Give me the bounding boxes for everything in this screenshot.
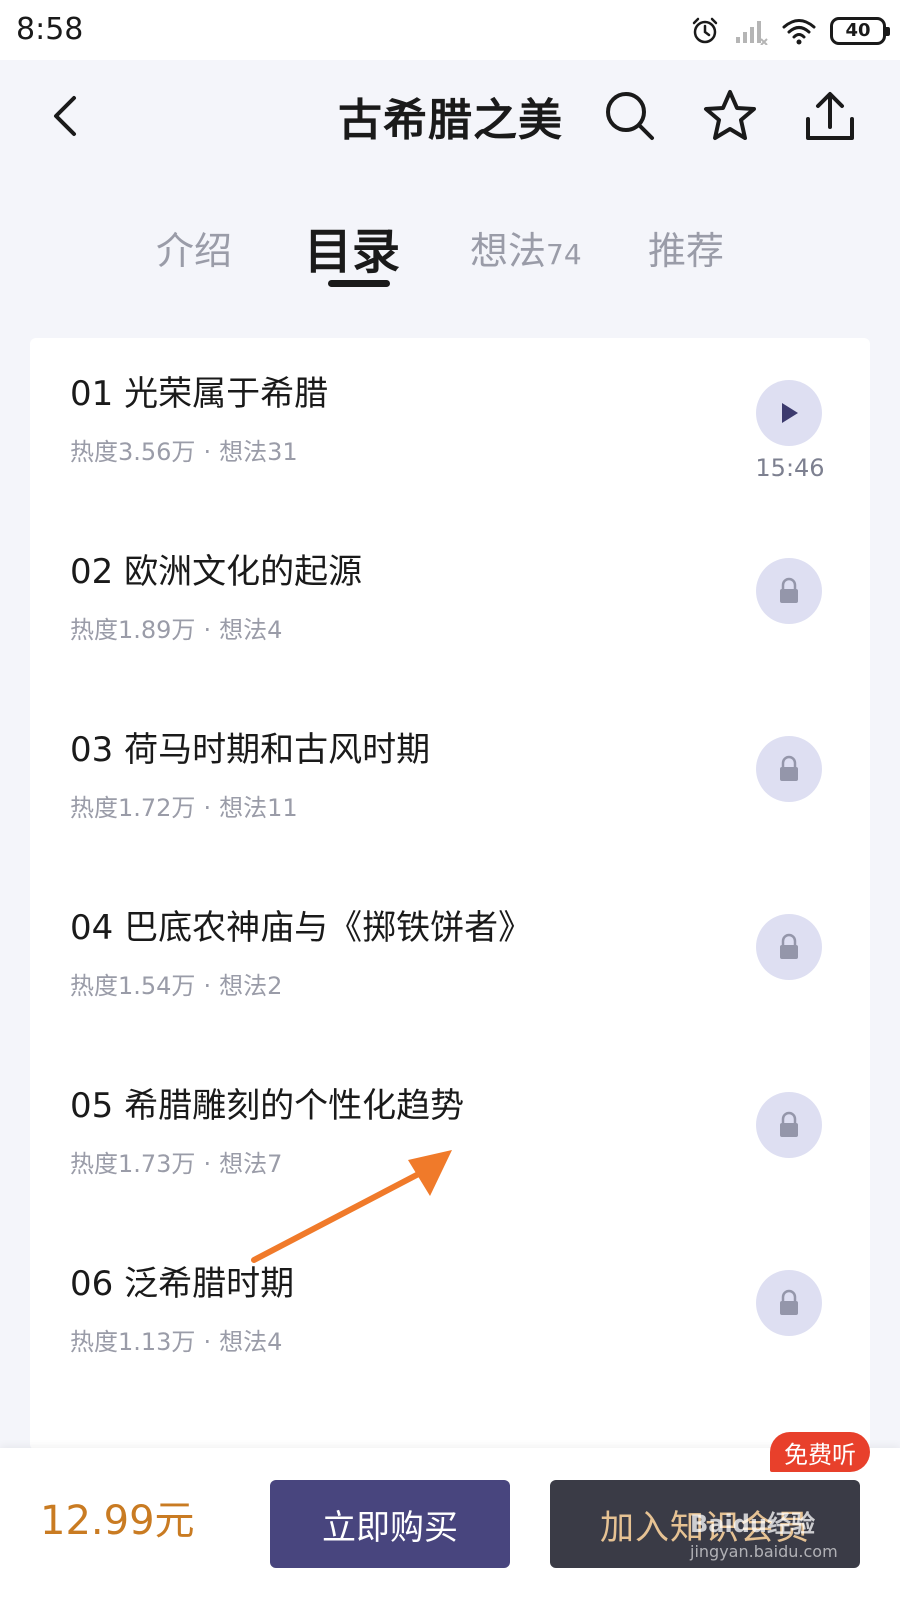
lesson-meta: 热度1.72万 · 想法11 [70, 788, 298, 823]
play-icon [782, 403, 798, 423]
buy-now-button[interactable]: 立即购买 [270, 1480, 510, 1568]
meta-separator: · [203, 972, 212, 1000]
status-bar: 8:58 40 [0, 0, 900, 60]
tab-recommend[interactable]: 推荐 [648, 220, 724, 275]
status-time: 8:58 [16, 12, 84, 47]
bottom-bar: 12.99元 立即购买 加入知识会员 免费听 Baidu经验 jingyan.b… [0, 1432, 900, 1600]
signal-icon [736, 21, 768, 45]
locked-button[interactable] [756, 1092, 822, 1158]
lesson-item[interactable]: 02 欧洲文化的起源 热度1.89万 · 想法4 [30, 516, 870, 694]
lesson-ideas: 想法11 [219, 794, 298, 822]
page-title: 古希腊之美 [338, 95, 563, 146]
star-icon [704, 90, 756, 140]
tab-catalog[interactable]: 目录 [304, 212, 400, 282]
lesson-title: 02 欧洲文化的起源 [70, 552, 363, 592]
lesson-title: 01 光荣属于希腊 [70, 374, 329, 414]
back-button[interactable] [40, 86, 90, 146]
lesson-heat: 热度1.89万 [70, 616, 196, 644]
lock-icon [780, 755, 798, 781]
active-tab-indicator [328, 280, 390, 287]
lesson-meta: 热度1.54万 · 想法2 [70, 966, 282, 1001]
meta-separator: · [203, 616, 212, 644]
watermark-url: jingyan.baidu.com [690, 1542, 838, 1561]
lesson-heat: 热度3.56万 [70, 438, 196, 466]
tab-bar: 介绍 目录 想法74 推荐 [0, 210, 900, 300]
lesson-heat: 热度1.54万 [70, 972, 196, 1000]
lock-icon [780, 1111, 798, 1137]
play-button[interactable] [756, 380, 822, 446]
meta-separator: · [203, 1150, 212, 1178]
lesson-title: 03 荷马时期和古风时期 [70, 730, 431, 770]
share-button[interactable] [798, 84, 862, 148]
app-screen: 8:58 40 古希腊之美 介绍 目录 想法74 推荐 01 光荣属于希腊 热度… [0, 0, 900, 1600]
lesson-meta: 热度3.56万 · 想法31 [70, 432, 298, 467]
back-arrow-icon [54, 96, 76, 136]
lesson-ideas: 想法31 [219, 438, 298, 466]
lesson-title: 05 希腊雕刻的个性化趋势 [70, 1086, 465, 1126]
lesson-ideas: 想法2 [219, 972, 283, 1000]
tab-count: 74 [546, 238, 582, 271]
tab-label: 想法 [470, 229, 547, 273]
header: 古希腊之美 [0, 60, 900, 172]
tab-label: 推荐 [648, 229, 725, 273]
lock-icon [780, 1289, 798, 1315]
tab-label: 目录 [304, 224, 401, 280]
lesson-heat: 热度1.13万 [70, 1328, 196, 1356]
locked-button[interactable] [756, 914, 822, 980]
lesson-meta: 热度1.13万 · 想法4 [70, 1322, 282, 1357]
tab-intro[interactable]: 介绍 [156, 220, 232, 275]
lesson-item[interactable]: 03 荷马时期和古风时期 热度1.72万 · 想法11 [30, 694, 870, 872]
lesson-meta: 热度1.89万 · 想法4 [70, 610, 282, 645]
annotation-arrow-icon [251, 1150, 452, 1263]
share-icon [806, 92, 854, 140]
lock-icon [780, 933, 798, 959]
tab-ideas[interactable]: 想法74 [470, 220, 582, 275]
lesson-list: 01 光荣属于希腊 热度3.56万 · 想法31 15:46 02 欧洲文化的起源 … [30, 338, 870, 1450]
meta-separator: · [203, 1328, 212, 1356]
status-icons: 40 [690, 14, 890, 48]
locked-button[interactable] [756, 736, 822, 802]
lesson-ideas: 想法4 [219, 616, 283, 644]
lesson-item[interactable]: 04 巴底农神庙与《掷铁饼者》 热度1.54万 · 想法2 [30, 872, 870, 1050]
alarm-icon [692, 17, 718, 44]
lesson-duration: 15:46 [755, 454, 825, 482]
tab-label: 介绍 [156, 229, 233, 273]
battery-icon: 40 [830, 17, 890, 45]
meta-separator: · [203, 794, 212, 822]
lesson-title: 04 巴底农神庙与《掷铁饼者》 [70, 908, 533, 948]
free-listen-badge: 免费听 [770, 1432, 870, 1472]
meta-separator: · [203, 438, 212, 466]
lesson-heat: 热度1.73万 [70, 1150, 196, 1178]
locked-button[interactable] [756, 558, 822, 624]
locked-button[interactable] [756, 1270, 822, 1336]
watermark: Baidu经验 [690, 1510, 815, 1538]
price: 12.99元 [40, 1498, 195, 1544]
favorite-button[interactable] [698, 84, 762, 148]
wifi-icon [782, 19, 816, 45]
search-button[interactable] [598, 84, 662, 148]
lock-icon [780, 577, 798, 603]
lesson-item[interactable]: 01 光荣属于希腊 热度3.56万 · 想法31 15:46 [30, 338, 870, 516]
lesson-ideas: 想法4 [219, 1328, 283, 1356]
battery-level: 40 [845, 20, 871, 41]
search-icon [606, 92, 654, 140]
lesson-heat: 热度1.72万 [70, 794, 196, 822]
